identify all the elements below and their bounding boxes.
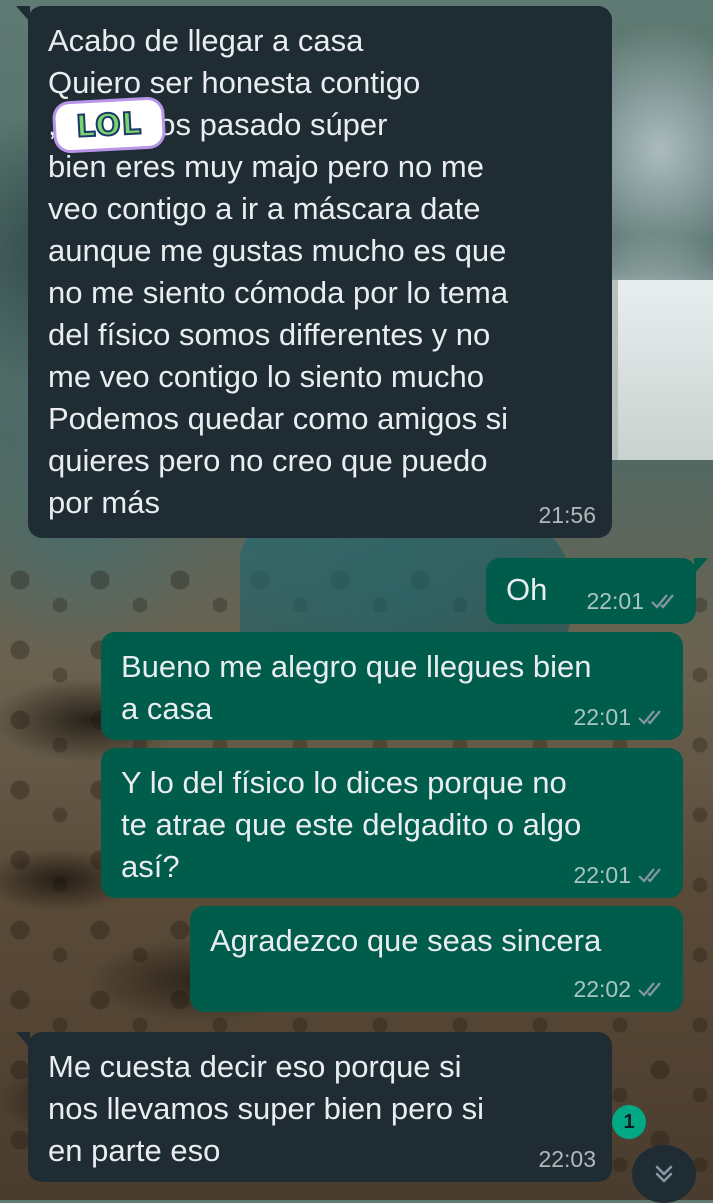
read-ticks-icon: [651, 594, 674, 609]
message-bubble-outgoing[interactable]: Oh 22:01: [486, 558, 708, 624]
message-bubble-incoming[interactable]: Acabo de llegar a casa Quiero ser honest…: [16, 6, 612, 538]
message-time: 21:56: [538, 502, 596, 528]
message-bubble-incoming[interactable]: Me cuesta decir eso porque si nos llevam…: [16, 1032, 612, 1182]
message-meta: 22:01: [573, 862, 667, 888]
message-bubble-outgoing[interactable]: Bueno me alegro que llegues bien a casa …: [101, 632, 683, 740]
message-meta: 21:56: [538, 502, 596, 528]
message-text: Acabo de llegar a casa Quiero ser honest…: [48, 23, 509, 520]
wallpaper-window: [612, 280, 713, 460]
message-time: 22:03: [538, 1146, 596, 1172]
message-bubble-outgoing[interactable]: Agradezco que seas sincera 22:02: [190, 906, 683, 1012]
read-ticks-icon: [638, 710, 661, 725]
message-bubble-outgoing[interactable]: Y lo del físico lo dices porque no te at…: [101, 748, 683, 898]
message-meta: 22:02: [573, 976, 667, 1002]
message-time: 22:01: [573, 862, 631, 888]
message-text: Agradezco que seas sincera: [210, 923, 602, 958]
message-time: 22:01: [586, 588, 644, 614]
message-time: 22:01: [573, 704, 631, 730]
message-meta: 22:03: [538, 1146, 596, 1172]
unread-count-badge: 1: [612, 1105, 646, 1139]
message-text: Me cuesta decir eso porque si nos llevam…: [48, 1049, 484, 1168]
lol-sticker: LOL: [54, 99, 164, 151]
chevron-double-down-icon: [655, 1165, 673, 1183]
message-meta: 22:01: [573, 704, 667, 730]
scroll-to-bottom-button[interactable]: [632, 1145, 696, 1203]
sticker-label: LOL: [74, 105, 143, 145]
message-time: 22:02: [573, 976, 631, 1002]
read-ticks-icon: [638, 982, 661, 997]
read-ticks-icon: [638, 868, 661, 883]
message-meta: 22:01: [586, 588, 680, 614]
